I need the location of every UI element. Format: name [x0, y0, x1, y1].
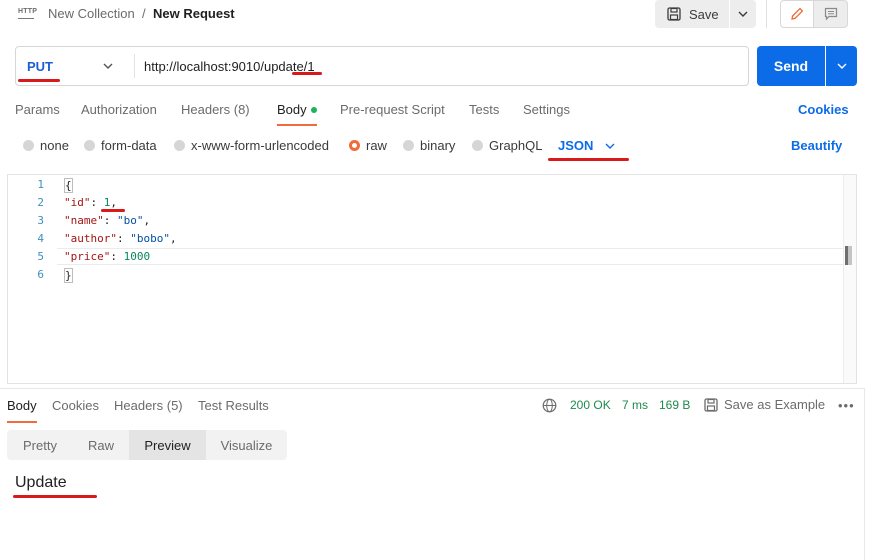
status-code[interactable]: 200 OK: [570, 398, 611, 412]
radio-dot-icon: [403, 140, 414, 151]
format-select[interactable]: JSON: [558, 138, 615, 153]
save-options-button[interactable]: [730, 0, 756, 28]
line-number: 1: [37, 178, 44, 191]
radio-dot-icon: [472, 140, 483, 151]
line-number: 3: [37, 214, 44, 227]
radio-label: x-www-form-urlencoded: [191, 138, 329, 153]
radio-dot-icon: [84, 140, 95, 151]
code-close-brace: }: [64, 268, 73, 283]
line-number: 4: [37, 232, 44, 245]
radio-label: binary: [420, 138, 456, 153]
radio-raw[interactable]: raw: [349, 138, 387, 153]
annotation-underline: [101, 209, 125, 212]
save-icon: [667, 7, 681, 21]
response-time[interactable]: 7 ms: [622, 398, 648, 412]
response-size[interactable]: 169 B: [659, 398, 690, 412]
save-button[interactable]: Save: [655, 0, 729, 28]
save-as-example-label: Save as Example: [724, 397, 826, 412]
active-tab-indicator: [277, 124, 317, 126]
radio-label: form-data: [101, 138, 157, 153]
active-response-tab-indicator: [7, 421, 37, 423]
tab-body-label: Body: [277, 102, 307, 117]
pencil-icon: [791, 7, 804, 20]
radio-label: raw: [366, 138, 387, 153]
chevron-down-icon[interactable]: [102, 59, 114, 73]
cookies-link[interactable]: Cookies: [798, 102, 849, 117]
chevron-down-icon: [738, 11, 748, 17]
response-tab-body[interactable]: Body: [7, 398, 37, 413]
edit-button[interactable]: [780, 0, 814, 28]
radio-urlencoded[interactable]: x-www-form-urlencoded: [174, 138, 329, 153]
http-request-icon: HTTP: [16, 6, 38, 24]
radio-form-data[interactable]: form-data: [84, 138, 157, 153]
comment-icon: [824, 7, 837, 21]
annotation-underline: [18, 79, 60, 82]
beautify-link[interactable]: Beautify: [791, 138, 842, 153]
method-url-divider: [134, 54, 135, 78]
send-button[interactable]: Send: [757, 46, 825, 86]
annotation-underline: [13, 495, 97, 498]
view-raw[interactable]: Raw: [73, 430, 129, 460]
radio-label: none: [40, 138, 69, 153]
line-number: 5: [37, 250, 44, 263]
comments-button[interactable]: [814, 0, 848, 28]
code-line: "name": "bo",: [64, 214, 151, 227]
save-label: Save: [689, 6, 719, 22]
radio-label: GraphQL: [489, 138, 543, 153]
toolbar-divider: [766, 0, 767, 28]
response-preview-text: Update: [15, 474, 67, 491]
response-tab-headers[interactable]: Headers (5): [114, 398, 183, 413]
breadcrumb-request-name[interactable]: New Request: [153, 6, 235, 21]
code-open-brace: {: [64, 178, 73, 193]
tab-body[interactable]: Body: [277, 102, 317, 117]
code-line: "id": 1,: [64, 196, 117, 209]
code-line: "price": 1000: [64, 250, 151, 263]
radio-binary[interactable]: binary: [403, 138, 455, 153]
url-input[interactable]: http://localhost:9010/update/1: [144, 59, 315, 74]
tab-params[interactable]: Params: [15, 102, 60, 117]
code-editor[interactable]: [7, 174, 857, 384]
save-as-example-button[interactable]: Save as Example: [704, 397, 825, 412]
annotation-underline: [292, 72, 322, 75]
breadcrumb-separator: /: [142, 6, 146, 21]
view-pretty[interactable]: Pretty: [7, 430, 73, 460]
response-tab-cookies[interactable]: Cookies: [52, 398, 99, 413]
radio-graphql[interactable]: GraphQL: [472, 138, 542, 153]
line-number: 2: [37, 196, 44, 209]
tab-tests[interactable]: Tests: [469, 102, 499, 117]
radio-dot-icon: [174, 140, 185, 151]
response-tab-test-results[interactable]: Test Results: [198, 398, 269, 413]
radio-dot-icon: [23, 140, 34, 151]
tab-authorization[interactable]: Authorization: [81, 102, 157, 117]
breadcrumb-collection[interactable]: New Collection: [48, 6, 135, 21]
request-url-bar: [15, 46, 749, 86]
status-dot-icon: [310, 106, 317, 113]
line-number: 6: [37, 268, 44, 281]
chevron-down-icon: [837, 63, 846, 69]
globe-icon[interactable]: [542, 398, 557, 413]
http-method-select[interactable]: PUT: [27, 59, 53, 74]
panel-edge: [864, 388, 865, 560]
tab-headers[interactable]: Headers (8): [181, 102, 250, 117]
tab-pre-request-script[interactable]: Pre-request Script: [340, 102, 445, 117]
view-visualize[interactable]: Visualize: [206, 430, 287, 460]
pane-divider[interactable]: [0, 388, 864, 389]
editor-cursor-marker: [845, 246, 852, 265]
view-preview[interactable]: Preview: [129, 430, 206, 460]
format-select-label: JSON: [558, 138, 594, 153]
chevron-down-icon: [605, 143, 615, 149]
active-line-highlight: [57, 248, 843, 265]
save-icon: [704, 397, 718, 412]
more-options-icon[interactable]: •••: [838, 398, 855, 413]
editor-scrollbar[interactable]: [843, 175, 856, 383]
radio-none[interactable]: none: [23, 138, 69, 153]
annotation-underline: [548, 158, 629, 161]
radio-dot-selected-icon: [349, 140, 360, 151]
tab-settings[interactable]: Settings: [523, 102, 570, 117]
send-options-button[interactable]: [826, 46, 857, 86]
code-line: "author": "bobo",: [64, 232, 177, 245]
